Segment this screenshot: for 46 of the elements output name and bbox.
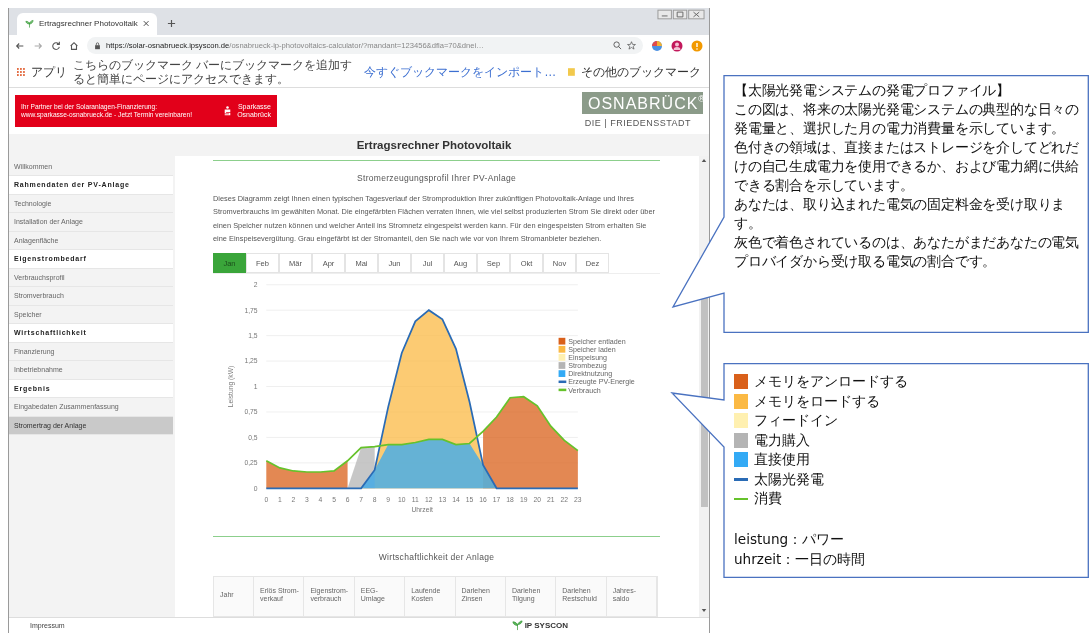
home-icon[interactable] (69, 40, 79, 51)
avatar-icon[interactable] (671, 39, 683, 52)
legend-label: フィードイン (754, 411, 838, 430)
ipsyscon-logo: IP SYSCON (524, 621, 569, 630)
leaf-icon (25, 18, 34, 29)
callout-text: あなたは、取り込まれた電気の固定料金を受け取ります。 (734, 195, 1067, 233)
window-controls-icon[interactable] (657, 9, 705, 20)
legend-label: 電力購入 (754, 430, 810, 450)
legend-line (558, 380, 567, 384)
folder-icon (568, 67, 575, 76)
legend-line (558, 388, 567, 392)
extension-icon[interactable] (651, 39, 663, 52)
section-title: Stromerzeugungsprofil Ihrer PV-Anlage (356, 172, 517, 183)
legend-label: メモリをロードする (754, 391, 880, 411)
legend-label: 消費 (754, 489, 782, 508)
reload-icon[interactable] (51, 40, 61, 51)
back-icon[interactable] (15, 40, 25, 51)
bookmarks-hint: こちらのブックマーク バーにブックマークを追加すると簡単にページにアクセスできます。 (72, 57, 354, 86)
zoom-icon[interactable] (613, 41, 622, 51)
lock-icon (94, 41, 101, 50)
star-icon[interactable] (627, 41, 636, 51)
legend-label: メモリをアンロードする (754, 372, 908, 391)
forward-icon[interactable] (33, 40, 43, 51)
glossary-text: leistung：パワー (734, 529, 846, 549)
scroll-up-icon[interactable] (701, 157, 707, 163)
sparkasse-s-icon (224, 105, 232, 116)
leaf-icon (511, 620, 523, 631)
new-tab-icon[interactable] (167, 18, 176, 28)
apps-link[interactable]: アプリ (30, 64, 67, 79)
callout-text: 色付きの領域は、直接またはストレージを介してどれだけの自己生成電力を使用できるか、および電力網に供給できる割合を示しています。 (734, 138, 1080, 195)
callout-title: 【太陽光発電システムの発電プロファイル】 (734, 81, 1011, 100)
section-title: Wirtschaftlichkeit der Anlage (377, 552, 496, 563)
legend-label: 太陽光発電 (754, 469, 824, 489)
glossary-text: uhrzeit：一日の時間 (734, 549, 867, 569)
page-title: Ertragsrechner Photovoltaik (356, 138, 512, 151)
legend-label: 直接使用 (754, 450, 810, 469)
browser-tab[interactable]: Ertragsrechner Photovoltaik (17, 12, 157, 35)
import-bookmarks-link[interactable]: 今すぐブックマークをインポート… (364, 64, 557, 79)
close-icon[interactable] (142, 20, 149, 28)
other-bookmarks-link[interactable]: その他のブックマーク (581, 64, 701, 79)
city-tagline: DIE | FRIEDENSSTADT (584, 117, 691, 128)
callout-text: 灰色で着色されているのは、あなたがまだあなたの電気プロバイダから受け取る電気の割合です。 (734, 233, 1080, 271)
callout-text: この図は、将来の太陽光発電システムの典型的な日々の発電量と、選択した月の電力消費量を示しています。 (734, 100, 1080, 138)
update-icon[interactable] (691, 39, 703, 52)
scroll-down-icon[interactable] (701, 608, 707, 614)
apps-grid-icon[interactable] (17, 67, 25, 76)
